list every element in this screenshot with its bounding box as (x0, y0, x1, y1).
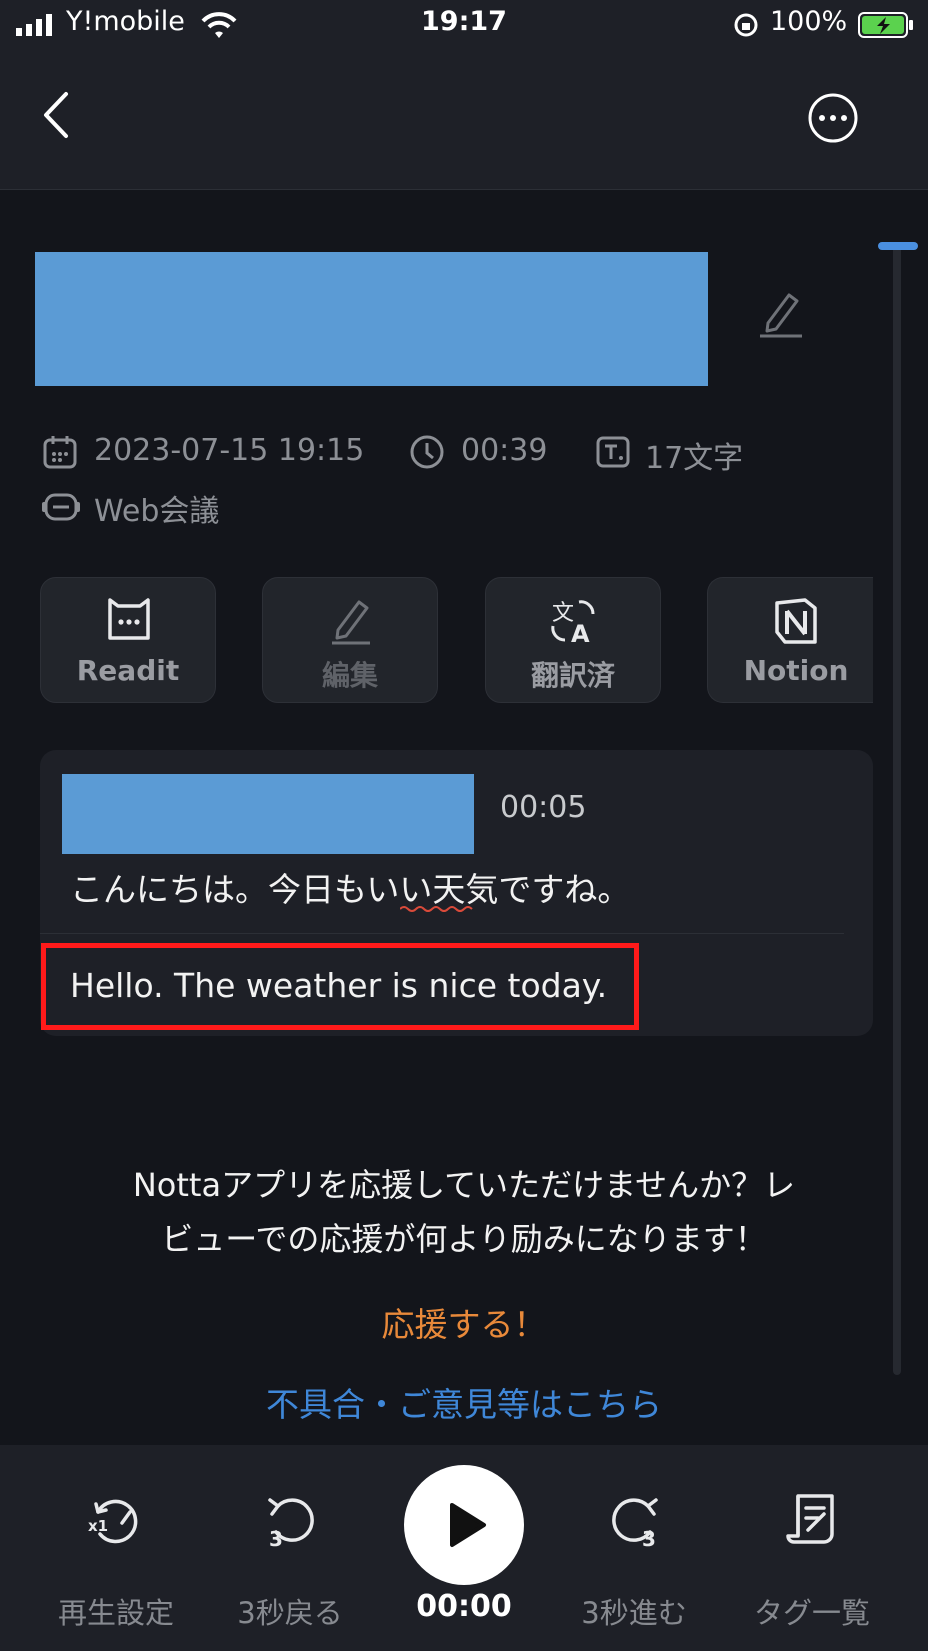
rewind-label: 3秒戻る (237, 1596, 343, 1630)
edit-button[interactable]: 編集 (262, 577, 438, 703)
feedback-link[interactable]: 不具合・ご意見等はこちら (0, 1378, 928, 1426)
readit-button[interactable]: Readit (40, 577, 216, 703)
play-icon (450, 1503, 486, 1547)
recording-duration: 00:39 (461, 433, 548, 468)
notion-icon (775, 598, 817, 644)
battery-charging-icon (858, 12, 913, 38)
edit-label: 編集 (321, 659, 378, 692)
recording-datetime: 2023-07-15 19:15 (94, 433, 365, 468)
speaker-name-redacted (62, 774, 474, 854)
character-count: 17文字 (645, 441, 744, 476)
playback-settings-label: 再生設定 (57, 1596, 174, 1630)
readit-icon (108, 598, 150, 640)
title-redacted (35, 252, 708, 386)
playback-time: 00:00 (416, 1589, 512, 1624)
notion-button[interactable]: Notion (707, 577, 873, 703)
status-bar: Y!mobile 19:17 100% (0, 0, 928, 52)
tag-list-label: タグ一覧 (753, 1596, 870, 1630)
translate-icon: 文 A (551, 600, 595, 646)
pencil-icon (332, 600, 370, 645)
calendar-icon (43, 436, 77, 469)
more-options-icon[interactable] (807, 92, 859, 144)
forward-3s-icon[interactable]: 3 (604, 1490, 664, 1550)
back-icon[interactable] (38, 90, 74, 140)
cheer-link[interactable]: 応援する！ (0, 1298, 928, 1346)
tag-list-icon[interactable] (782, 1490, 842, 1550)
translation-text[interactable]: Hello. The weather is nice today. (70, 966, 607, 1005)
clock-icon (410, 435, 444, 469)
play-button[interactable] (404, 1465, 524, 1585)
transcript-text[interactable]: こんにちは。今日もいい天気ですね。 (70, 863, 630, 911)
divider (40, 933, 844, 934)
spellcheck-underline (400, 906, 473, 912)
forward-label: 3秒進む (581, 1596, 687, 1630)
translated-button[interactable]: 文 A 翻訳済 (485, 577, 661, 703)
playback-speed-icon[interactable]: x1 (86, 1490, 146, 1550)
orientation-lock-icon (734, 13, 758, 37)
meeting-category: Web会議 (94, 494, 220, 529)
svg-text:3: 3 (642, 1527, 656, 1550)
readit-label: Readit (76, 654, 180, 687)
web-meeting-icon (42, 493, 80, 521)
svg-text:x1: x1 (88, 1517, 108, 1535)
text-count-icon (596, 436, 630, 468)
review-prompt-line2: ビューでの応援が何より励みになります！ (161, 1220, 767, 1258)
edit-title-icon[interactable] (756, 289, 806, 339)
svg-text:A: A (571, 620, 590, 646)
scroll-thumb[interactable] (878, 242, 918, 250)
svg-text:3: 3 (269, 1527, 283, 1550)
rewind-3s-icon[interactable]: 3 (262, 1490, 322, 1550)
notion-label: Notion (743, 654, 849, 687)
translated-label: 翻訳済 (530, 659, 615, 692)
segment-timestamp[interactable]: 00:05 (500, 790, 586, 825)
review-prompt-line1: Nottaアプリを応援していただけませんか？レ (132, 1166, 796, 1204)
navigation-bar (0, 52, 928, 190)
battery-percent: 100% (770, 6, 848, 37)
